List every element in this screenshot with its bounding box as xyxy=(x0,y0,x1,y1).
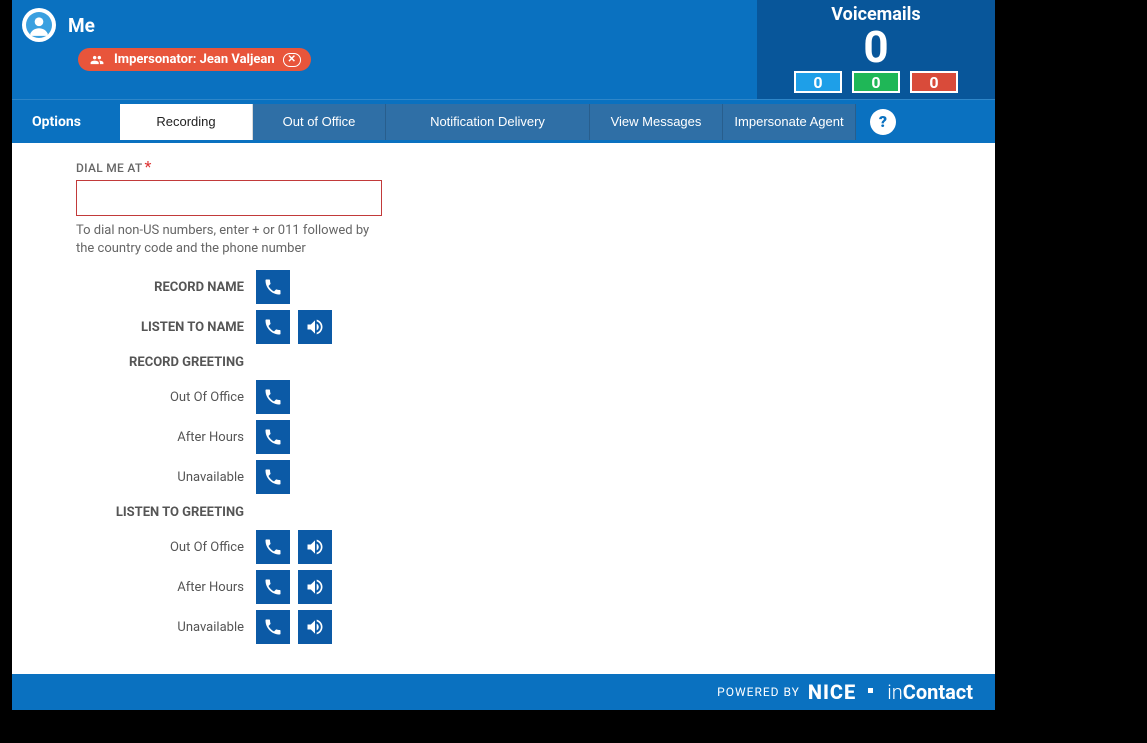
tab-view-messages[interactable]: View Messages xyxy=(590,104,723,140)
brand-dot-icon xyxy=(868,688,873,693)
row-listen-unavailable: Unavailable xyxy=(76,610,995,644)
people-icon xyxy=(88,53,106,67)
phone-icon xyxy=(263,617,283,637)
tabs: Recording Out of Office Notification Del… xyxy=(120,104,856,140)
listen-name-play-button[interactable] xyxy=(298,310,332,344)
tab-impersonate-agent[interactable]: Impersonate Agent xyxy=(723,104,856,140)
listen-ooo-label: Out Of Office xyxy=(76,540,256,555)
user-icon xyxy=(26,12,52,38)
speaker-icon xyxy=(305,617,325,637)
header: Me Impersonator: Jean Valjean ✕ Voicemai… xyxy=(12,0,995,99)
listen-unavailable-label: Unavailable xyxy=(76,620,256,635)
tab-recording[interactable]: Recording xyxy=(120,104,253,140)
phone-icon xyxy=(263,427,283,447)
powered-by-label: POWERED BY xyxy=(717,685,800,699)
speaker-icon xyxy=(305,577,325,597)
content: DIAL ME AT* To dial non-US numbers, ente… xyxy=(12,143,995,674)
impersonator-label: Impersonator: Jean Valjean xyxy=(114,52,275,67)
phone-icon xyxy=(263,577,283,597)
listen-ooo-play-button[interactable] xyxy=(298,530,332,564)
badge-red[interactable]: 0 xyxy=(910,71,958,93)
row-record-greeting-header: RECORD GREETING xyxy=(76,350,995,374)
dial-me-at-label: DIAL ME AT xyxy=(76,161,143,175)
phone-icon xyxy=(263,277,283,297)
speaker-icon xyxy=(305,317,325,337)
required-marker: * xyxy=(145,157,152,176)
listen-name-label: LISTEN TO NAME xyxy=(76,320,256,335)
options-label: Options xyxy=(12,114,120,130)
avatar[interactable] xyxy=(22,8,56,42)
listen-greeting-label: LISTEN TO GREETING xyxy=(76,505,256,520)
row-listen-greeting-header: LISTEN TO GREETING xyxy=(76,500,995,524)
header-left: Me Impersonator: Jean Valjean ✕ xyxy=(12,0,757,99)
listen-ooo-call-button[interactable] xyxy=(256,530,290,564)
footer: POWERED BY NICE inContact xyxy=(12,674,995,710)
phone-icon xyxy=(263,387,283,407)
close-impersonation-button[interactable]: ✕ xyxy=(283,53,301,67)
record-name-label: RECORD NAME xyxy=(76,280,256,295)
row-record-name: RECORD NAME xyxy=(76,270,995,304)
dial-hint: To dial non-US numbers, enter + or 011 f… xyxy=(76,222,382,258)
incontact-logo: inContact xyxy=(887,680,973,704)
phone-icon xyxy=(263,537,283,557)
record-rows: RECORD NAME LISTEN TO NAME RECORD GREETI… xyxy=(76,270,995,644)
nice-logo: NICE xyxy=(808,680,856,704)
record-name-call-button[interactable] xyxy=(256,270,290,304)
badge-blue[interactable]: 0 xyxy=(794,71,842,93)
voicemail-count: 0 xyxy=(757,25,995,69)
tab-notification-delivery[interactable]: Notification Delivery xyxy=(386,104,590,140)
speaker-icon xyxy=(305,537,325,557)
listen-afterhours-play-button[interactable] xyxy=(298,570,332,604)
listen-afterhours-label: After Hours xyxy=(76,580,256,595)
record-unavailable-label: Unavailable xyxy=(76,470,256,485)
phone-icon xyxy=(263,317,283,337)
impersonator-badge: Impersonator: Jean Valjean ✕ xyxy=(78,48,311,71)
badge-green[interactable]: 0 xyxy=(852,71,900,93)
listen-afterhours-call-button[interactable] xyxy=(256,570,290,604)
listen-name-call-button[interactable] xyxy=(256,310,290,344)
dial-me-at-input[interactable] xyxy=(76,180,382,216)
help-button[interactable]: ? xyxy=(870,109,896,135)
voicemail-panel: Voicemails 0 0 0 0 xyxy=(757,0,995,99)
tabs-row: Options Recording Out of Office Notifica… xyxy=(12,99,995,143)
user-row: Me xyxy=(22,8,747,42)
record-greeting-label: RECORD GREETING xyxy=(76,355,256,370)
row-record-unavailable: Unavailable xyxy=(76,460,995,494)
row-listen-ooo: Out Of Office xyxy=(76,530,995,564)
phone-icon xyxy=(263,467,283,487)
record-ooo-label: Out Of Office xyxy=(76,390,256,405)
listen-unavailable-call-button[interactable] xyxy=(256,610,290,644)
app-window: Me Impersonator: Jean Valjean ✕ Voicemai… xyxy=(12,0,995,710)
record-afterhours-label: After Hours xyxy=(76,430,256,445)
username: Me xyxy=(68,14,95,37)
record-ooo-call-button[interactable] xyxy=(256,380,290,414)
record-unavailable-call-button[interactable] xyxy=(256,460,290,494)
row-record-afterhours: After Hours xyxy=(76,420,995,454)
row-record-ooo: Out Of Office xyxy=(76,380,995,414)
row-listen-afterhours: After Hours xyxy=(76,570,995,604)
tab-out-of-office[interactable]: Out of Office xyxy=(253,104,386,140)
record-afterhours-call-button[interactable] xyxy=(256,420,290,454)
listen-unavailable-play-button[interactable] xyxy=(298,610,332,644)
voicemail-badges: 0 0 0 xyxy=(757,71,995,93)
row-listen-name: LISTEN TO NAME xyxy=(76,310,995,344)
